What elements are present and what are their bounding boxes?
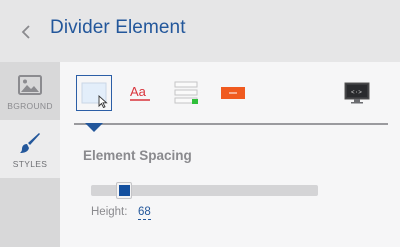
active-tab-indicator xyxy=(85,123,103,132)
svg-text:<·>: <·> xyxy=(351,89,362,96)
lines-icon xyxy=(174,81,198,104)
lines-tool-button[interactable] xyxy=(172,75,202,111)
slider-grip xyxy=(118,185,130,196)
height-slider-thumb[interactable] xyxy=(116,182,133,199)
tab-styles-label: STYLES xyxy=(12,159,48,169)
chevron-left-icon xyxy=(21,25,30,39)
height-label: Height: xyxy=(91,206,128,218)
code-monitor-icon: <·> xyxy=(344,82,370,104)
spacing-tool-button[interactable] xyxy=(76,75,112,111)
style-panel: Aa <·> Element Spacing Height: 68 xyxy=(60,62,400,247)
back-button[interactable] xyxy=(14,20,38,44)
tab-styles[interactable]: STYLES xyxy=(0,120,60,178)
text-style-icon: Aa xyxy=(130,84,150,101)
tab-background-label: BGROUND xyxy=(7,101,53,111)
text-style-tool-button[interactable]: Aa xyxy=(126,75,156,111)
spacing-box-icon xyxy=(81,82,108,108)
page-title: Divider Element xyxy=(50,17,186,38)
image-icon xyxy=(18,72,42,98)
button-style-tool-button[interactable] xyxy=(218,75,248,111)
header: Divider Element xyxy=(0,0,400,62)
section-title: Element Spacing xyxy=(83,148,192,163)
html-tool-button[interactable]: <·> xyxy=(340,75,374,111)
button-style-icon xyxy=(221,87,245,99)
svg-text:Aa: Aa xyxy=(130,84,147,99)
tab-background[interactable]: BGROUND xyxy=(0,62,60,120)
sidebar: BGROUND STYLES xyxy=(0,62,60,247)
tab-divider xyxy=(74,123,388,125)
height-value-input[interactable]: 68 xyxy=(138,206,151,220)
paintbrush-icon xyxy=(18,130,42,156)
